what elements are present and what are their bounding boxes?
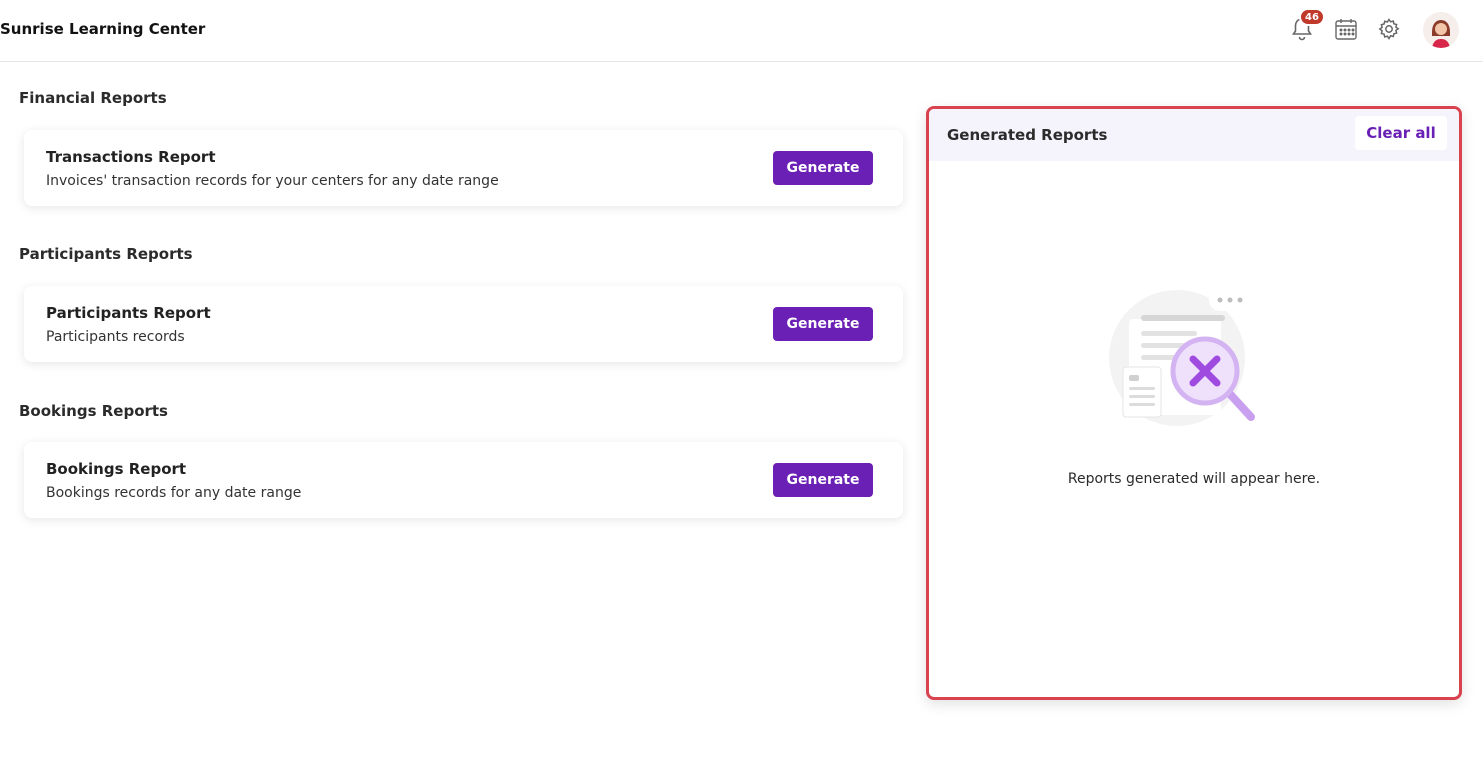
generate-participants-button[interactable]: Generate	[773, 307, 873, 341]
report-card-bookings: Bookings Report Bookings records for any…	[24, 442, 903, 518]
report-title: Bookings Report	[46, 460, 187, 478]
panel-header: Generated Reports Clear all	[929, 109, 1459, 161]
top-bar: Sunrise Learning Center 46	[0, 0, 1483, 62]
generated-reports-panel: Generated Reports Clear all Reports gene…	[926, 106, 1462, 700]
report-card-transactions: Transactions Report Invoices' transactio…	[24, 130, 903, 206]
section-title-bookings: Bookings Reports	[19, 402, 168, 420]
report-title: Transactions Report	[46, 148, 216, 166]
avatar[interactable]	[1423, 12, 1459, 48]
empty-state-message: Reports generated will appear here.	[1067, 471, 1321, 487]
gear-icon[interactable]	[1374, 14, 1404, 44]
calendar-icon[interactable]	[1331, 14, 1361, 44]
app-title: Sunrise Learning Center	[0, 20, 206, 38]
panel-title: Generated Reports	[947, 126, 1108, 144]
generate-transactions-button[interactable]: Generate	[773, 151, 873, 185]
clear-all-button[interactable]: Clear all	[1355, 116, 1447, 150]
empty-search-illustration-icon	[1107, 285, 1267, 435]
report-title: Participants Report	[46, 304, 211, 322]
section-title-financial: Financial Reports	[19, 89, 167, 107]
notification-badge: 46	[1299, 8, 1325, 26]
section-title-participants: Participants Reports	[19, 245, 193, 263]
report-card-participants: Participants Report Participants records…	[24, 286, 903, 362]
report-description: Bookings records for any date range	[46, 485, 302, 501]
report-description: Participants records	[46, 329, 185, 345]
generate-bookings-button[interactable]: Generate	[773, 463, 873, 497]
report-description: Invoices' transaction records for your c…	[46, 173, 499, 189]
